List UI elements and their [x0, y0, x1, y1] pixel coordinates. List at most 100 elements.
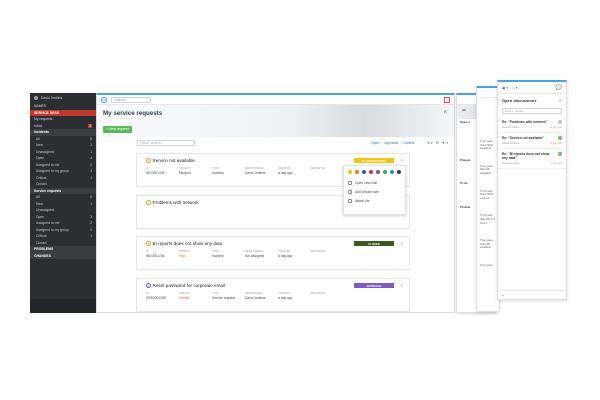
sidebar-item-label: NAMES [34, 104, 47, 109]
notification-item[interactable]: Time pass ticket BI available [477, 237, 499, 252]
field-label: RESPONSIBLE [245, 250, 264, 253]
sidebar-item-label: Open [36, 156, 45, 161]
field-label: UPDATED [278, 167, 291, 170]
notification-item[interactable]: Time pass ticket BI in 3 hours [477, 212, 499, 227]
color-swatch[interactable] [390, 170, 394, 174]
color-swatch[interactable] [376, 170, 380, 174]
comments-icon[interactable]: 💬 [556, 85, 562, 91]
ticket-field-updated: UPDATED a day ago [278, 167, 311, 175]
filter-link-open[interactable]: Open [371, 141, 380, 145]
field-label: ID [146, 167, 149, 170]
sidebar-item-count: 2 [90, 221, 92, 226]
field-label: REPORTED [311, 167, 326, 170]
context-menu-item[interactable]: Add private note [344, 187, 405, 196]
ticket-card[interactable]: ! BI reports does not show any data ID INC0… [136, 236, 410, 270]
ticket-card[interactable]: ? Reset password for corporate email ID SRS… [136, 278, 410, 312]
menu-icon[interactable]: ◎ [101, 96, 107, 103]
settings-icon[interactable]: ⚙ [558, 98, 562, 103]
expand-icon[interactable]: ⇱ [444, 110, 448, 116]
attach-icon [348, 198, 352, 203]
sidebar-item-label: Inbox [34, 123, 43, 128]
field-label: REPORTED [311, 250, 326, 253]
top-bar: ◎ Search... ! [97, 95, 454, 105]
discussions-panel: ▣ ▾ ◇ ▾ 💬 Open discussions ⚙ Find in res… [497, 80, 567, 300]
alert-icon[interactable]: ! [444, 96, 450, 103]
discussion-date: a day ago [550, 126, 562, 129]
discussion-search-input[interactable]: Find in results... [502, 108, 562, 114]
discussion-title: Re: "Problems with network" [502, 120, 548, 124]
ticket-title-row: ! BI reports does not show any data [146, 241, 222, 246]
ticket-search-input[interactable]: Ticket search... [137, 139, 195, 146]
filter-link-closed[interactable]: Closed [403, 141, 414, 145]
discussion-item[interactable]: Re: "BI reports does not show any data" D… [498, 149, 566, 169]
ticket-context-menu: Open new chat Add private note Attach file [343, 165, 406, 215]
color-swatch[interactable] [397, 170, 401, 174]
panel1-tab[interactable]: All [459, 107, 469, 115]
discussion-item[interactable]: Re: "Problems with network" David Jenkins… [498, 117, 566, 133]
sort-icon[interactable]: ⇅ ▾ [427, 141, 433, 145]
collapse-icon[interactable]: » [498, 290, 566, 299]
ticket-menu-icon[interactable]: ≡ [401, 241, 403, 246]
field-label: PRIORITY [179, 250, 192, 253]
sidebar-item-count: 1 [90, 175, 92, 180]
sidebar-item-label: New [36, 143, 43, 148]
sidebar-item-label: All [36, 136, 40, 141]
color-swatch[interactable] [362, 170, 366, 174]
color-swatch[interactable] [369, 170, 373, 174]
separator: | [400, 140, 402, 145]
color-swatch[interactable] [355, 170, 359, 174]
discussion-item[interactable]: Re: "Service not available" David Jenkins… [498, 133, 566, 149]
sidebar-item-count: 2 [90, 227, 92, 232]
avatar [34, 96, 38, 100]
ticket-menu-icon[interactable]: ≡ [401, 283, 403, 288]
notification-item[interactable]: Time pass ticket SRS expired [477, 188, 499, 203]
context-menu-item[interactable]: Open new chat [344, 178, 405, 187]
user-profile[interactable]: David Jenkins [30, 93, 96, 103]
sidebar-item-label: Critical [36, 234, 47, 239]
status-badge: CLOSED [354, 241, 394, 246]
discussion-date: a day ago [550, 142, 562, 145]
sidebar-item-label: My requests [34, 117, 53, 122]
field-value: David Jenkins [245, 171, 266, 175]
new-request-button[interactable]: + New request [103, 125, 132, 133]
sidebar-item-count: 3 [90, 169, 92, 174]
filter-icon[interactable]: ▼ ▾ [442, 141, 448, 145]
field-value: Incident [212, 171, 224, 175]
sidebar-footer [30, 299, 96, 313]
ticket-title: Reset password for corporate email [152, 283, 226, 288]
color-swatch[interactable] [348, 170, 352, 174]
sidebar-item[interactable]: CHANGES [30, 252, 96, 259]
sidebar-item-label: SERVICE DESK [34, 110, 60, 115]
field-value: Medium [179, 171, 191, 175]
page-header: My service requests + New request ⇱ [97, 105, 454, 137]
sidebar-item-label: Service requests [34, 188, 62, 193]
color-swatch[interactable] [383, 170, 387, 174]
list-view-icon[interactable]: ☰ [436, 141, 439, 145]
sidebar: David Jenkins NAMES SERVICE DESK My reques… [30, 93, 96, 313]
ticket-field-type: TYPE Incident [212, 167, 245, 175]
filter-link-approval[interactable]: Approval [384, 141, 398, 145]
notification-item[interactable]: Time pass ticket BI available [477, 163, 499, 178]
sidebar-item-count: 3 [88, 123, 92, 128]
sidebar-nav: NAMES SERVICE DESK My requests Inbox 3 Incide… [30, 103, 96, 259]
ticket-field-responsible: RESPONSIBLE Not assigned [245, 250, 278, 258]
notification-item[interactable]: Time pass [477, 262, 499, 270]
discussion-title: Re: "Service not available" [502, 136, 544, 140]
ticket-field-updated: UPDATED a day ago [278, 250, 311, 258]
ticket-field-priority: PRIORITY Medium [179, 167, 212, 175]
global-search-input[interactable]: Search... [111, 96, 151, 103]
image-icon[interactable]: ▣ ▾ [502, 86, 508, 90]
ticket-field-reported: REPORTED [311, 250, 344, 258]
sidebar-item-count: 1 [90, 201, 92, 206]
field-value: a day ago [278, 254, 293, 258]
ticket-menu-icon[interactable]: ≡ [401, 158, 403, 163]
notification-item[interactable]: Time pass ticket SRS available [477, 138, 499, 153]
notification-list: Time pass ticket SRS available Time pass … [477, 138, 499, 270]
ticket-details: ID SRS0001235 PRIORITY Critical TYPE Service … [146, 292, 344, 300]
discussions-title-row: Open discussions ⚙ [498, 94, 566, 107]
view-controls: ⇅ ▾ ☰ ▼ ▾ [427, 141, 448, 145]
context-menu-item[interactable]: Attach file [344, 196, 405, 205]
field-value: a day ago [278, 296, 293, 300]
chat-icon[interactable]: ◇ ▾ [512, 86, 517, 90]
field-value: INC0001236 [146, 254, 165, 258]
